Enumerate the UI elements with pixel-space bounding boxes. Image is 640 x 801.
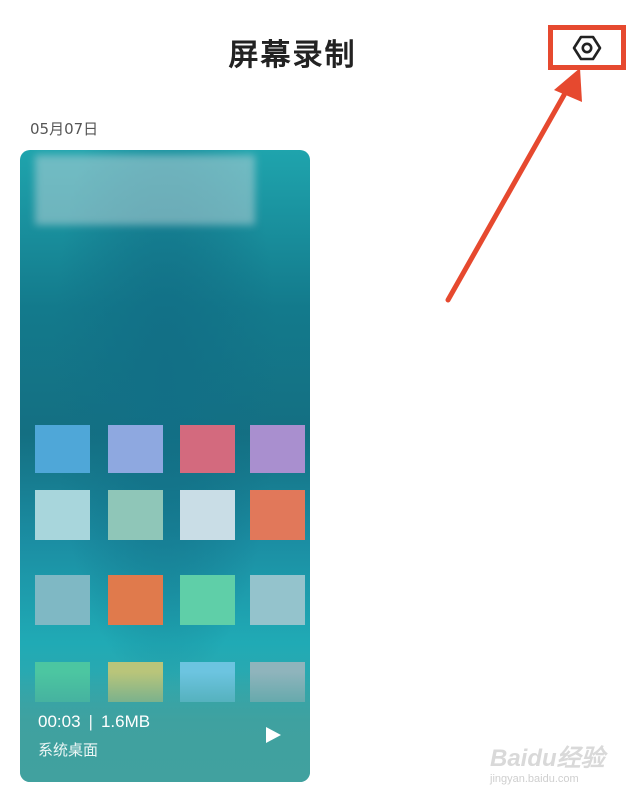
recording-name: 系统桌面 <box>38 741 99 759</box>
recording-meta: 00:03 | 1.6MB <box>38 712 150 732</box>
app-icon <box>250 425 305 473</box>
watermark-url: jingyan.baidu.com <box>490 773 579 785</box>
app-icon <box>250 490 305 540</box>
blurred-status-area <box>35 155 255 225</box>
watermark-logo: Baidu经验 <box>490 745 605 772</box>
app-icon <box>180 490 235 540</box>
recording-thumbnail[interactable]: 00:03 | 1.6MB 系统桌面 <box>20 150 310 782</box>
app-icon <box>108 575 163 625</box>
recording-size: 1.6MB <box>100 712 151 731</box>
app-icon <box>35 425 90 473</box>
meta-separator: | <box>88 712 93 731</box>
app-icon <box>35 490 90 540</box>
app-icon <box>250 575 305 625</box>
date-label: 05月07日 <box>30 120 99 138</box>
play-icon[interactable] <box>264 726 282 744</box>
app-icon <box>35 575 90 625</box>
app-icon <box>180 425 235 473</box>
watermark: Baidu经验 jingyan.baidu.com <box>490 738 620 793</box>
app-icon <box>108 490 163 540</box>
app-icon <box>108 425 163 473</box>
recording-duration: 00:03 <box>38 712 81 731</box>
app-icon <box>180 575 235 625</box>
